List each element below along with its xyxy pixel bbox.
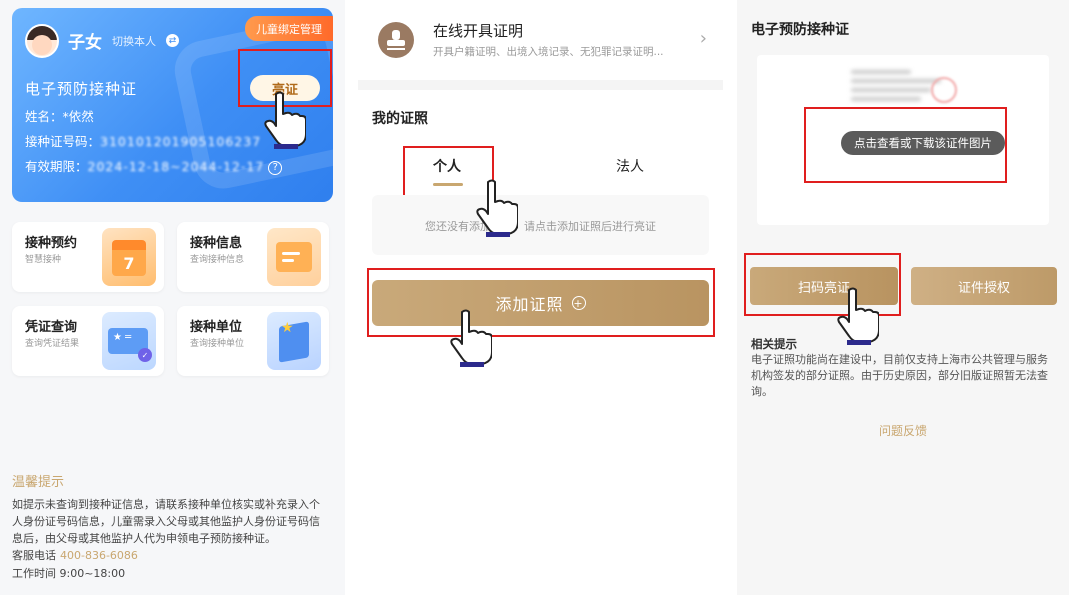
online-certificate-row[interactable]: 在线开具证明 开具户籍证明、出境入境记录、无犯罪记录证明... › <box>358 0 723 80</box>
phone-number-link[interactable]: 400-836-6086 <box>60 549 138 562</box>
grid-item-certificate-query[interactable]: 凭证查询 查询凭证结果 ★ ═ ✓ <box>12 306 164 376</box>
pointer-hand-icon <box>264 91 306 149</box>
vaccination-cert-detail-panel: 电子预防接种证 点击查看或下载该证件图片 扫码亮证 证件授权 相关提示 电子证照… <box>737 0 1069 595</box>
grid-item-vaccination-unit[interactable]: 接种单位 查询接种单位 ★ <box>177 306 329 376</box>
calendar-icon: 7 <box>102 228 156 286</box>
validity-value: 2024-12-18~2044-12-17 <box>87 159 265 174</box>
highlight-box <box>367 268 715 337</box>
user-name-row: 子女 切换本人 ⇄ <box>68 28 179 53</box>
online-cert-title: 在线开具证明 <box>433 22 524 40</box>
card-icon: ★ ═ ✓ <box>102 312 156 370</box>
grid-subtitle: 智慧接种 <box>25 255 62 265</box>
child-binding-button[interactable]: 儿童绑定管理 <box>245 16 333 41</box>
vaccination-home-panel: 儿童绑定管理 子女 切换本人 ⇄ 电子预防接种证 亮证 姓名：*依然 接种证号码… <box>0 0 345 595</box>
help-icon[interactable]: ? <box>268 160 283 175</box>
cert-authorization-button[interactable]: 证件授权 <box>911 267 1057 305</box>
related-tips-title: 相关提示 <box>751 337 797 351</box>
phone-label: 客服电话 <box>12 549 56 562</box>
grid-title: 接种信息 <box>190 236 243 251</box>
pointer-hand-icon <box>450 309 492 367</box>
avatar <box>25 24 59 58</box>
grid-item-vaccination-info[interactable]: 接种信息 查询接种信息 <box>177 222 329 292</box>
online-cert-subtitle: 开具户籍证明、出境入境记录、无犯罪记录证明... <box>433 46 664 58</box>
section-divider <box>358 80 723 90</box>
related-tips-body: 电子证照功能尚在建设中，目前仅支持上海市公共管理与服务机构签发的部分证照。由于历… <box>751 353 1048 398</box>
seal-stamp <box>931 77 957 103</box>
stamp-icon <box>378 22 414 58</box>
chevron-right-icon: › <box>699 28 707 49</box>
service-hours: 工作时间 9:00~18:00 <box>12 567 126 580</box>
building-icon: ★ <box>267 312 321 370</box>
grid-title: 接种单位 <box>190 320 243 335</box>
tips-title: 温馨提示 <box>12 475 65 490</box>
my-certificates-panel: 在线开具证明 开具户籍证明、出境入境记录、无犯罪记录证明... › 我的证照 个… <box>358 0 723 595</box>
cert-number-line: 接种证号码：310101201905106237 <box>25 131 261 150</box>
cert-title: 电子预防接种证 <box>25 80 138 98</box>
tips-body: 如提示未查询到接种证信息，请联系接种单位核实或补充录入个人身份证号码信息，儿童需… <box>12 498 320 545</box>
pointer-hand-icon <box>837 287 879 345</box>
page-title: 电子预防接种证 <box>751 22 849 38</box>
empty-state-text: 您还没有添加证照，请点击添加证照后进行亮证 <box>425 220 656 233</box>
grid-title: 接种预约 <box>25 236 78 251</box>
highlight-box <box>804 107 1007 183</box>
grid-item-appointment[interactable]: 接种预约 智慧接种 7 <box>12 222 164 292</box>
validity-label: 有效期限： <box>25 159 88 174</box>
user-name: 子女 <box>68 33 102 53</box>
switch-user-link[interactable]: 切换本人 <box>112 33 156 49</box>
grid-subtitle: 查询接种单位 <box>190 339 245 349</box>
my-cert-heading: 我的证照 <box>372 111 428 127</box>
grid-subtitle: 查询凭证结果 <box>25 339 80 349</box>
cert-number-value: 310101201905106237 <box>100 134 262 149</box>
cert-number-label: 接种证号码： <box>25 134 101 149</box>
validity-line: 有效期限：2024-12-18~2044-12-17? <box>25 156 283 175</box>
service-phone: 客服电话 400-836-6086 <box>12 547 138 563</box>
holder-name: 姓名：*依然 <box>25 109 94 124</box>
tab-legal-person[interactable]: 法人 <box>616 156 644 176</box>
grid-title: 凭证查询 <box>25 320 78 335</box>
switch-icon[interactable]: ⇄ <box>166 34 179 47</box>
folder-icon <box>267 228 321 286</box>
grid-subtitle: 查询接种信息 <box>190 255 245 265</box>
feedback-link[interactable]: 问题反馈 <box>737 422 1069 439</box>
pointer-hand-icon <box>476 179 518 237</box>
